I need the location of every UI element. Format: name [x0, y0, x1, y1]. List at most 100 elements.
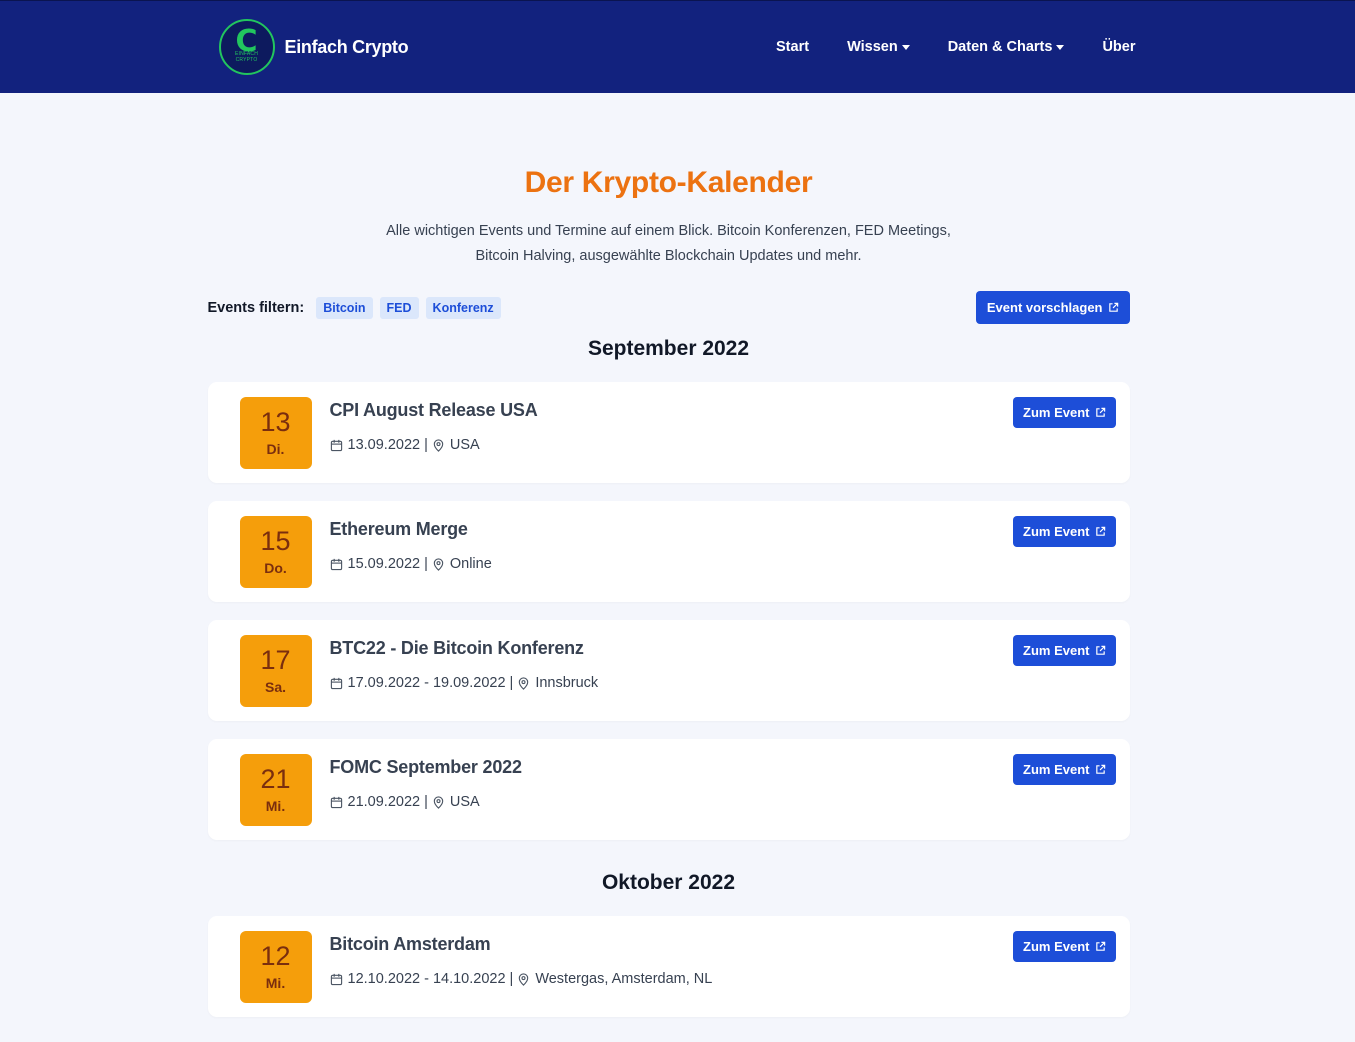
map-pin-icon: [519, 972, 529, 986]
nav-daten-charts[interactable]: Daten & Charts: [948, 39, 1065, 55]
event-weekday: Sa.: [264, 679, 286, 695]
navbar-inner: C EINFACH CRYPTO Einfach Crypto Start Wi…: [214, 1, 1136, 93]
event-day: 21: [260, 764, 291, 794]
main-content: Der Krypto-Kalender Alle wichtigen Event…: [207, 166, 1130, 1017]
map-pin-icon: [433, 557, 444, 571]
month-heading: September 2022: [587, 337, 750, 360]
filter-label: Events filtern:: [207, 299, 305, 316]
meta-separator: |: [509, 675, 514, 691]
external-link-icon: [1095, 407, 1105, 417]
zum-event-button[interactable]: Zum Event: [1013, 635, 1116, 666]
event-card: 21 Mi. FOMC September 2022 21.09.2022 | USA Zu…: [207, 739, 1130, 840]
event-card: 17 Sa. BTC22 - Die Bitcoin Konferenz 17.09.…: [207, 620, 1130, 721]
intro-line-2: Bitcoin Halving, ausgewählte Blockchain …: [475, 248, 862, 264]
logo-subtext-line-2: CRYPTO: [235, 56, 258, 63]
zum-event-button[interactable]: Zum Event: [1013, 931, 1116, 962]
brand-link[interactable]: C EINFACH CRYPTO Einfach Crypto: [214, 19, 409, 75]
page-title: Der Krypto-Kalender: [524, 166, 813, 199]
meta-separator: |: [424, 437, 428, 453]
einfach-crypto-logo: C EINFACH CRYPTO: [218, 19, 275, 75]
event-filter: Events filtern: Bitcoin FED Konferenz: [207, 296, 501, 319]
filter-chip-bitcoin[interactable]: Bitcoin: [316, 296, 373, 319]
nav-daten-charts-label: Daten & Charts: [947, 39, 1053, 55]
date-badge: 13 Di.: [239, 397, 312, 469]
nav-start[interactable]: Start: [776, 39, 809, 55]
event-day: 15: [260, 526, 291, 556]
event-weekday: Mi.: [265, 798, 286, 814]
event-card: 15 Do. Ethereum Merge 15.09.2022 | Online Zum …: [207, 501, 1130, 602]
date-badge: 15 Do.: [239, 516, 312, 588]
event-meta: 17.09.2022 - 19.09.2022 | Innsbruck: [330, 675, 599, 691]
event-meta: 13.09.2022 | USA: [330, 437, 480, 453]
top-navbar: C EINFACH CRYPTO Einfach Crypto Start Wi…: [0, 0, 1355, 93]
calendar-icon: [330, 677, 342, 689]
event-day: 17: [260, 645, 291, 675]
event-date: 21.09.2022: [347, 794, 421, 810]
zum-event-button[interactable]: Zum Event: [1013, 754, 1116, 785]
external-link-icon: [1095, 526, 1105, 536]
caret-down-icon: [901, 44, 910, 50]
event-meta: 12.10.2022 - 14.10.2022 | Westergas, Amste…: [330, 971, 713, 987]
event-date: 17.09.2022 - 19.09.2022: [347, 675, 506, 691]
event-title: CPI August Release USA: [329, 400, 538, 420]
filter-chip-fed[interactable]: FED: [379, 296, 419, 319]
external-link-icon: [1095, 941, 1105, 951]
date-badge: 21 Mi.: [239, 754, 312, 826]
calendar-icon: [330, 439, 342, 451]
event-title: Ethereum Merge: [329, 519, 468, 539]
nav-wissen-label: Wissen: [847, 39, 898, 55]
nav-ueber-label: Über: [1102, 39, 1136, 55]
month-heading: Oktober 2022: [601, 871, 736, 894]
page-intro: Alle wichtigen Events und Termine auf ei…: [208, 219, 1130, 269]
nav-wissen[interactable]: Wissen: [847, 39, 910, 55]
caret-down-icon: [1056, 44, 1065, 50]
event-location: Innsbruck: [535, 675, 599, 691]
event-location: USA: [449, 437, 480, 453]
nav-start-label: Start: [776, 39, 810, 55]
calendar-icon: [330, 796, 342, 808]
map-pin-icon: [519, 676, 529, 690]
meta-separator: |: [424, 556, 428, 572]
event-day: 13: [260, 407, 291, 437]
date-badge: 12 Mi.: [239, 931, 312, 1003]
external-link-icon: [1108, 302, 1118, 312]
event-location: Westergas, Amsterdam, NL: [535, 971, 713, 987]
suggest-event-button[interactable]: Event vorschlagen: [975, 291, 1130, 324]
zum-event-label: Zum Event: [1023, 405, 1090, 420]
event-date: 15.09.2022: [347, 556, 421, 572]
main-nav: Start Wissen Daten & Charts Über: [738, 39, 1135, 55]
map-pin-icon: [433, 438, 444, 452]
calendar-icon: [330, 973, 342, 985]
event-weekday: Di.: [266, 441, 285, 457]
event-location: Online: [449, 556, 492, 572]
event-title: BTC22 - Die Bitcoin Konferenz: [329, 638, 584, 658]
event-title: FOMC September 2022: [329, 757, 522, 777]
zum-event-button[interactable]: Zum Event: [1013, 397, 1116, 428]
zum-event-label: Zum Event: [1023, 643, 1090, 658]
zum-event-button[interactable]: Zum Event: [1013, 516, 1116, 547]
filter-row: Events filtern: Bitcoin FED Konferenz Ev…: [208, 291, 1130, 324]
meta-separator: |: [424, 794, 428, 810]
brand-name: Einfach Crypto: [284, 36, 409, 57]
event-title: Bitcoin Amsterdam: [329, 934, 491, 954]
calendar-icon: [330, 558, 342, 570]
event-weekday: Do.: [264, 560, 287, 576]
meta-separator: |: [509, 971, 514, 987]
event-location: USA: [449, 794, 480, 810]
external-link-icon: [1095, 645, 1105, 655]
external-link-icon: [1095, 764, 1105, 774]
date-badge: 17 Sa.: [239, 635, 312, 707]
event-date: 12.10.2022 - 14.10.2022: [347, 971, 506, 987]
event-card: 12 Mi. Bitcoin Amsterdam 12.10.2022 - 14.10…: [207, 916, 1130, 1017]
filter-chip-konferenz[interactable]: Konferenz: [425, 296, 501, 319]
intro-line-1: Alle wichtigen Events und Termine auf ei…: [386, 223, 951, 239]
zum-event-label: Zum Event: [1023, 524, 1090, 539]
event-day: 12: [260, 941, 291, 971]
suggest-event-label: Event vorschlagen: [986, 300, 1103, 315]
event-meta: 15.09.2022 | Online: [330, 556, 492, 572]
logo-subtext: EINFACH CRYPTO: [221, 51, 273, 63]
event-weekday: Mi.: [265, 975, 286, 991]
event-meta: 21.09.2022 | USA: [330, 794, 480, 810]
zum-event-label: Zum Event: [1023, 939, 1090, 954]
nav-ueber[interactable]: Über: [1102, 39, 1135, 55]
